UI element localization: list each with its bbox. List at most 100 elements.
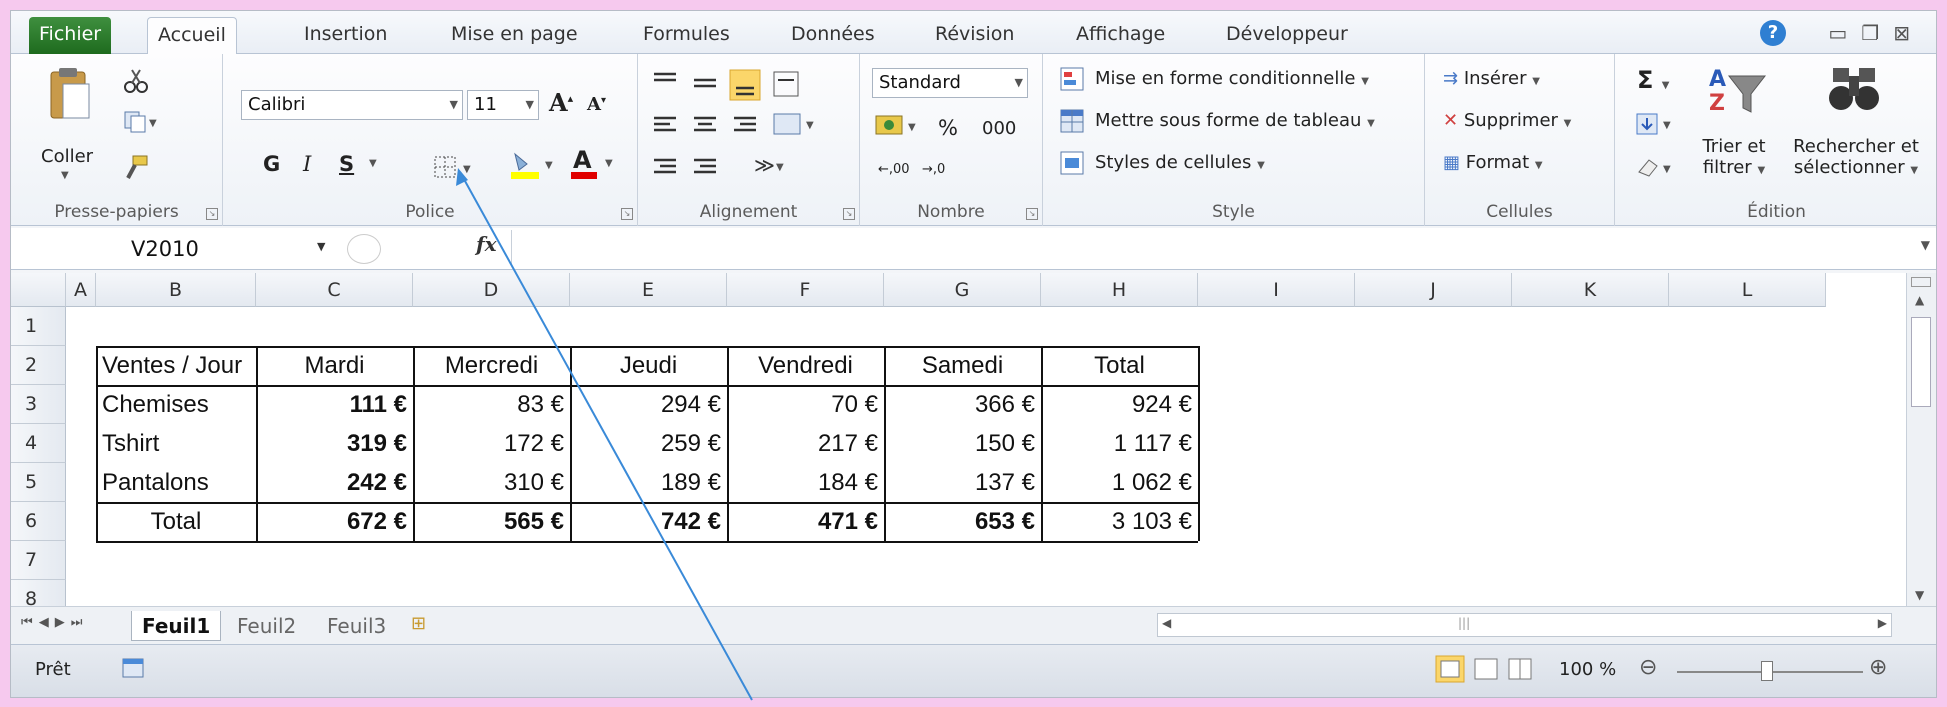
sheet-tab-feuil2[interactable]: Feuil2 [227, 611, 306, 641]
table-header-cell[interactable]: Ventes / Jour [96, 346, 256, 385]
view-page-break-icon[interactable] [1507, 657, 1533, 685]
column-header-c[interactable]: C [256, 273, 413, 307]
table-cell[interactable]: 1 117 € [1041, 424, 1198, 463]
table-cell[interactable]: 189 € [570, 463, 727, 502]
fill-icon[interactable]: ▼ [1635, 112, 1677, 142]
table-cell[interactable]: 70 € [727, 385, 884, 424]
table-cell[interactable]: 471 € [727, 502, 884, 541]
scroll-down-icon[interactable]: ▼ [1915, 588, 1924, 602]
table-cell[interactable]: Chemises [96, 385, 256, 424]
column-header-g[interactable]: G [884, 273, 1041, 307]
sort-filter-icon[interactable]: AZ [1707, 62, 1767, 126]
paste-dropdown-icon[interactable]: ▼ [61, 170, 69, 181]
table-cell[interactable]: 172 € [413, 424, 570, 463]
alignment-launcher-icon[interactable]: ↘ [843, 208, 855, 220]
window-controls[interactable]: ▭❐⊠ [1828, 21, 1924, 45]
table-cell[interactable]: 83 € [413, 385, 570, 424]
view-normal-icon[interactable] [1435, 655, 1465, 687]
close-icon[interactable]: ⊠ [1893, 21, 1924, 45]
sort-filter-button[interactable]: Trier et filtrer ▼ [1693, 136, 1775, 178]
paste-label[interactable]: Coller [41, 146, 93, 167]
table-cell[interactable]: 137 € [884, 463, 1041, 502]
underline-button[interactable]: S [339, 152, 354, 176]
view-page-layout-icon[interactable] [1473, 657, 1499, 685]
minimize-ribbon-icon[interactable]: ▭ [1828, 21, 1861, 45]
restore-icon[interactable]: ❐ [1861, 21, 1893, 45]
table-cell[interactable]: 366 € [884, 385, 1041, 424]
row-header-4[interactable]: 4 [11, 424, 66, 463]
table-cell[interactable]: 3 103 € [1041, 502, 1198, 541]
format-as-table-icon[interactable] [1059, 108, 1087, 140]
table-cell[interactable]: 184 € [727, 463, 884, 502]
tab-accueil[interactable]: Accueil [147, 17, 237, 55]
cell-styles-button[interactable]: Styles de cellules ▼ [1095, 152, 1265, 173]
zoom-slider-thumb[interactable] [1761, 661, 1773, 681]
split-handle[interactable] [1911, 277, 1931, 287]
formula-divider-handle[interactable] [347, 234, 381, 264]
tab-insertion[interactable]: Insertion [294, 17, 397, 54]
scroll-right-icon[interactable]: ▶ [1878, 616, 1887, 630]
clipboard-launcher-icon[interactable]: ↘ [206, 208, 218, 220]
column-header-h[interactable]: H [1041, 273, 1198, 307]
table-cell[interactable]: 742 € [570, 502, 727, 541]
column-header-e[interactable]: E [570, 273, 727, 307]
help-icon[interactable]: ? [1760, 20, 1786, 46]
tab-revision[interactable]: Révision [925, 17, 1024, 54]
row-header-2[interactable]: 2 [11, 346, 66, 385]
number-format-combo[interactable]: Standard ▼ [872, 68, 1028, 98]
clear-icon[interactable]: ▼ [1635, 154, 1677, 184]
table-cell[interactable]: 310 € [413, 463, 570, 502]
font-color-icon[interactable]: A ▼ [569, 146, 623, 184]
table-cell[interactable]: 672 € [256, 502, 413, 541]
conditional-formatting-icon[interactable] [1059, 66, 1087, 98]
column-header-f[interactable]: F [727, 273, 884, 307]
horizontal-scrollbar[interactable]: ◀ ||| ▶ [1157, 613, 1892, 637]
table-header-cell[interactable]: Mercredi [413, 346, 570, 385]
table-header-cell[interactable]: Jeudi [570, 346, 727, 385]
column-header-d[interactable]: D [413, 273, 570, 307]
scroll-left-icon[interactable]: ◀ [1162, 616, 1171, 630]
sheet-tab-feuil3[interactable]: Feuil3 [317, 611, 396, 641]
tab-affichage[interactable]: Affichage [1066, 17, 1175, 54]
tab-fichier[interactable]: Fichier [29, 17, 112, 54]
column-header-i[interactable]: I [1198, 273, 1355, 307]
table-cell[interactable]: 924 € [1041, 385, 1198, 424]
increase-decimal-button[interactable]: ←,00 [878, 162, 910, 177]
table-cell[interactable]: 217 € [727, 424, 884, 463]
alignment-icons[interactable]: ▼ ≫ ▼ [650, 68, 850, 188]
column-header-b[interactable]: B [96, 273, 256, 307]
underline-dropdown-icon[interactable]: ▼ [369, 158, 377, 169]
table-header-cell[interactable]: Mardi [256, 346, 413, 385]
table-cell[interactable]: 319 € [256, 424, 413, 463]
binoculars-icon[interactable] [1827, 62, 1883, 120]
format-as-table-button[interactable]: Mettre sous forme de tableau ▼ [1095, 110, 1375, 131]
formula-input[interactable] [511, 230, 1912, 266]
tab-mise-en-page[interactable]: Mise en page [441, 17, 588, 54]
table-cell[interactable]: 565 € [413, 502, 570, 541]
copy-icon[interactable]: ▼ [123, 110, 159, 138]
scroll-thumb[interactable] [1911, 317, 1931, 407]
tab-formules[interactable]: Formules [633, 17, 740, 54]
row-header-7[interactable]: 7 [11, 541, 66, 580]
font-name-combo[interactable]: Calibri ▼ [241, 90, 463, 120]
column-header-j[interactable]: J [1355, 273, 1512, 307]
row-header-8[interactable]: 8 [11, 580, 66, 606]
column-header-k[interactable]: K [1512, 273, 1669, 307]
zoom-out-icon[interactable]: ⊖ [1639, 655, 1657, 680]
grow-font-button[interactable]: A▴ [549, 88, 573, 117]
number-launcher-icon[interactable]: ↘ [1026, 208, 1038, 220]
format-button[interactable]: ▦ Format ▼ [1443, 152, 1543, 173]
cell-styles-icon[interactable] [1059, 150, 1087, 182]
insert-button[interactable]: ⇉ Insérer ▼ [1443, 68, 1540, 89]
expand-formula-bar-icon[interactable]: ▼ [1921, 238, 1930, 252]
table-cell[interactable]: 150 € [884, 424, 1041, 463]
row-header-3[interactable]: 3 [11, 385, 66, 424]
tab-developpeur[interactable]: Développeur [1216, 17, 1358, 54]
table-cell[interactable]: 259 € [570, 424, 727, 463]
zoom-level[interactable]: 100 % [1559, 659, 1616, 680]
font-size-combo[interactable]: 11 ▼ [467, 90, 539, 120]
paste-icon[interactable] [45, 66, 91, 122]
column-header-l[interactable]: L [1669, 273, 1826, 307]
tab-donnees[interactable]: Données [781, 17, 885, 54]
table-cell[interactable]: 1 062 € [1041, 463, 1198, 502]
